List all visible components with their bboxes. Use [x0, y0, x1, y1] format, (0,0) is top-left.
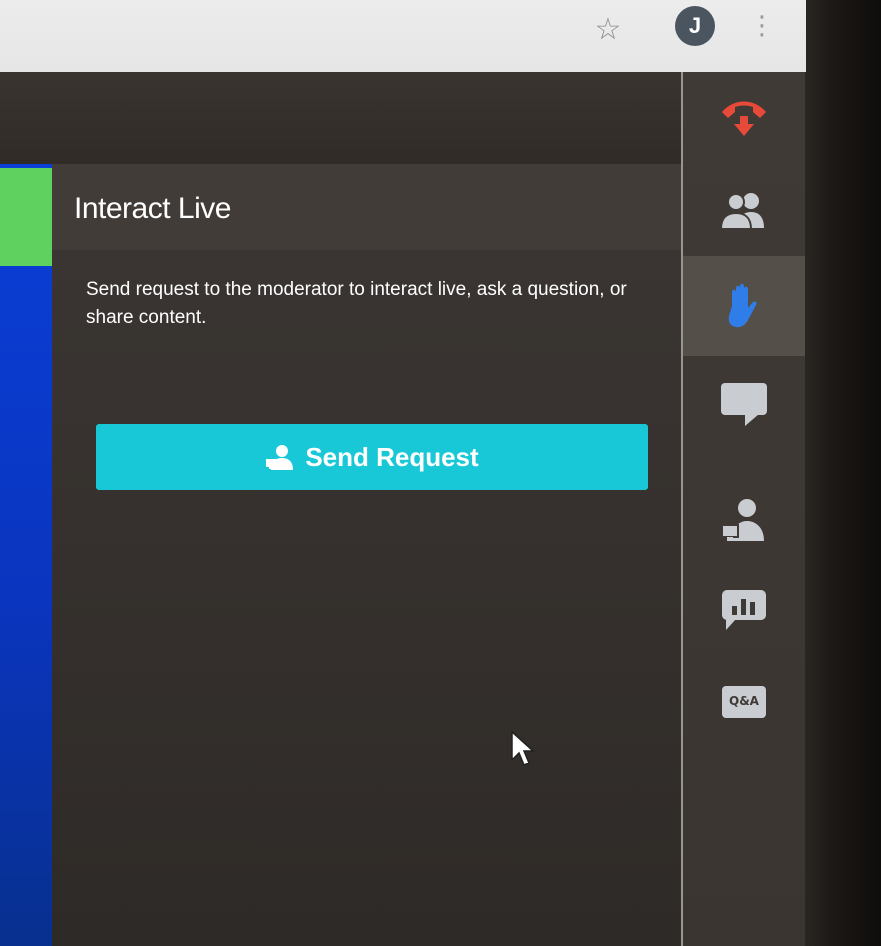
phone-hangup-icon: [722, 101, 766, 136]
browser-menu-button[interactable]: ⋮: [748, 8, 776, 48]
sidebar-item-polls[interactable]: [683, 564, 805, 656]
participants-icon: [719, 193, 764, 230]
panel-description: Send request to the moderator to interac…: [86, 279, 627, 328]
sidebar-item-participants[interactable]: [683, 164, 805, 256]
chat-bubble-icon: [721, 383, 767, 426]
send-request-button[interactable]: Send Request: [96, 424, 648, 490]
sidebar-item-chat[interactable]: [683, 358, 805, 450]
qa-icon: Q&A: [722, 686, 766, 718]
interact-live-panel: Interact Live Send request to the modera…: [52, 164, 682, 946]
bookmark-star-icon[interactable]: ☆: [588, 12, 628, 48]
stage-green-block: [0, 168, 52, 266]
sidebar-item-qa[interactable]: Q&A: [683, 656, 805, 748]
poll-icon: [722, 590, 766, 630]
panel-header: Interact Live: [52, 164, 682, 250]
app-top-strip: [0, 72, 682, 164]
send-request-label: Send Request: [305, 441, 479, 472]
presenter-user-icon: [266, 445, 294, 470]
panel-title: Interact Live: [74, 192, 231, 225]
mouse-cursor-icon: [511, 730, 535, 766]
sidebar-item-interact-live[interactable]: [683, 256, 805, 356]
sidebar-item-leave[interactable]: [683, 72, 805, 164]
browser-toolbar: ☆ J ⋮: [0, 0, 806, 72]
raised-hand-icon: [728, 283, 757, 328]
monitor-bezel: [804, 0, 881, 946]
profile-avatar[interactable]: J: [675, 6, 715, 46]
presenter-icon: [721, 499, 764, 541]
qa-label: Q&A: [729, 694, 759, 708]
right-sidebar: Q&A: [683, 72, 805, 946]
screen: ☆ J ⋮ Interact Live Send request to the …: [0, 0, 881, 946]
sidebar-item-presenter[interactable]: [683, 474, 805, 566]
